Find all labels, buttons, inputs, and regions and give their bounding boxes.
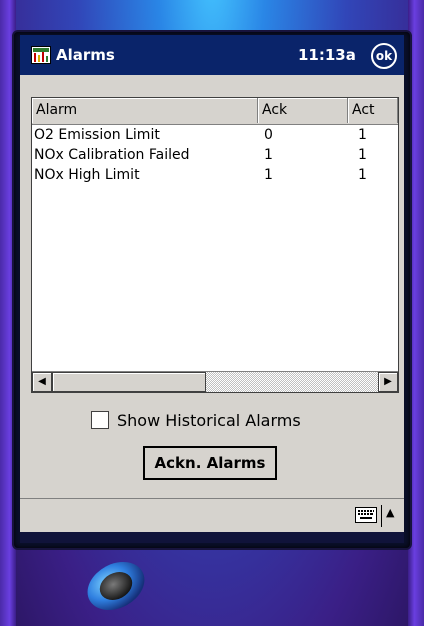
keyboard-icon[interactable]	[355, 507, 377, 523]
window-title: Alarms	[56, 46, 115, 64]
scroll-right-button[interactable]: ▶	[378, 372, 398, 392]
cell-alarm: O2 Emission Limit	[34, 127, 160, 143]
list-rows: O2 Emission Limit 0 1 NOx Calibration Fa…	[32, 125, 398, 185]
show-historical-checkbox[interactable]	[91, 411, 109, 429]
device-body: Alarms 11:13a ok Alarm Ack Act O2 Emissi…	[0, 0, 424, 626]
alarms-app-icon[interactable]	[31, 46, 51, 64]
hardware-nav-button[interactable]	[78, 556, 156, 614]
clock[interactable]: 11:13a	[298, 45, 356, 65]
cell-ack: 1	[264, 147, 273, 163]
sip-separator	[381, 505, 382, 527]
alarm-list[interactable]: Alarm Ack Act O2 Emission Limit 0 1 NOx …	[31, 97, 399, 393]
sip-arrow-up-icon[interactable]: ▲	[386, 506, 394, 519]
column-header-act[interactable]: Act	[348, 98, 398, 123]
list-header: Alarm Ack Act	[32, 98, 398, 125]
table-row[interactable]: NOx High Limit 1 1	[32, 165, 398, 185]
cell-act: 1	[358, 167, 367, 183]
column-header-alarm[interactable]: Alarm	[32, 98, 258, 123]
arrow-right-icon: ▶	[384, 376, 392, 387]
column-header-ack[interactable]: Ack	[258, 98, 348, 123]
screen: Alarms 11:13a ok Alarm Ack Act O2 Emissi…	[20, 35, 404, 543]
cell-alarm: NOx Calibration Failed	[34, 147, 190, 163]
cell-act: 1	[358, 147, 367, 163]
table-row[interactable]: O2 Emission Limit 0 1	[32, 125, 398, 145]
arrow-left-icon: ◀	[38, 376, 46, 387]
table-row[interactable]: NOx Calibration Failed 1 1	[32, 145, 398, 165]
command-bar: ▲	[20, 498, 404, 533]
screen-bottom-edge	[20, 532, 404, 543]
scrollbar-thumb[interactable]	[52, 372, 206, 392]
scroll-left-button[interactable]: ◀	[32, 372, 52, 392]
horizontal-scrollbar[interactable]: ◀ ▶	[32, 371, 398, 392]
acknowledge-alarms-button[interactable]: Ackn. Alarms	[143, 446, 277, 480]
cell-ack: 0	[264, 127, 273, 143]
cell-ack: 1	[264, 167, 273, 183]
show-historical-label[interactable]: Show Historical Alarms	[117, 410, 301, 432]
title-bar: Alarms 11:13a ok	[20, 35, 404, 75]
device-bezel-right	[408, 0, 424, 626]
ok-button[interactable]: ok	[371, 43, 397, 69]
cell-act: 1	[358, 127, 367, 143]
cell-alarm: NOx High Limit	[34, 167, 140, 183]
